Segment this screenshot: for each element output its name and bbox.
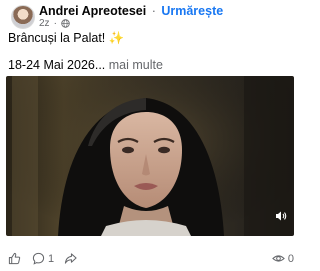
post-actions: 1 0 <box>6 252 294 270</box>
share-button[interactable] <box>64 252 77 265</box>
views-indicator: 0 <box>272 252 294 265</box>
avatar[interactable] <box>11 5 35 29</box>
post-header: Andrei Apreotesei · Urmărește 2z · <box>8 2 292 29</box>
comments-count: 1 <box>48 252 55 265</box>
comment-icon <box>32 252 45 265</box>
globe-icon <box>61 19 70 28</box>
views-icon <box>272 255 285 262</box>
post-dates: 18-24 Mai 2026... <box>8 58 106 72</box>
video-player[interactable] <box>6 76 294 236</box>
author-line: Andrei Apreotesei · Urmărește <box>39 4 223 18</box>
meta-dot: · <box>53 18 57 29</box>
share-icon <box>64 253 77 264</box>
like-icon <box>8 252 21 265</box>
author-separator: · <box>151 4 156 18</box>
post-text-line2: 18-24 Mai 2026... mai multe <box>8 58 163 72</box>
post-text-line1: Brâncuși la Palat! ✨ <box>8 31 125 45</box>
author-name[interactable]: Andrei Apreotesei <box>39 4 146 18</box>
video-frame <box>6 76 294 236</box>
see-more-link[interactable]: mai multe <box>105 58 163 72</box>
follow-button[interactable]: Urmărește <box>161 4 223 18</box>
like-button[interactable] <box>8 252 21 265</box>
comment-button[interactable]: 1 <box>32 252 54 265</box>
post-meta: 2z · <box>39 18 70 29</box>
views-count: 0 <box>287 252 294 265</box>
sound-on-icon[interactable] <box>275 210 287 222</box>
post-time[interactable]: 2z <box>39 18 50 29</box>
